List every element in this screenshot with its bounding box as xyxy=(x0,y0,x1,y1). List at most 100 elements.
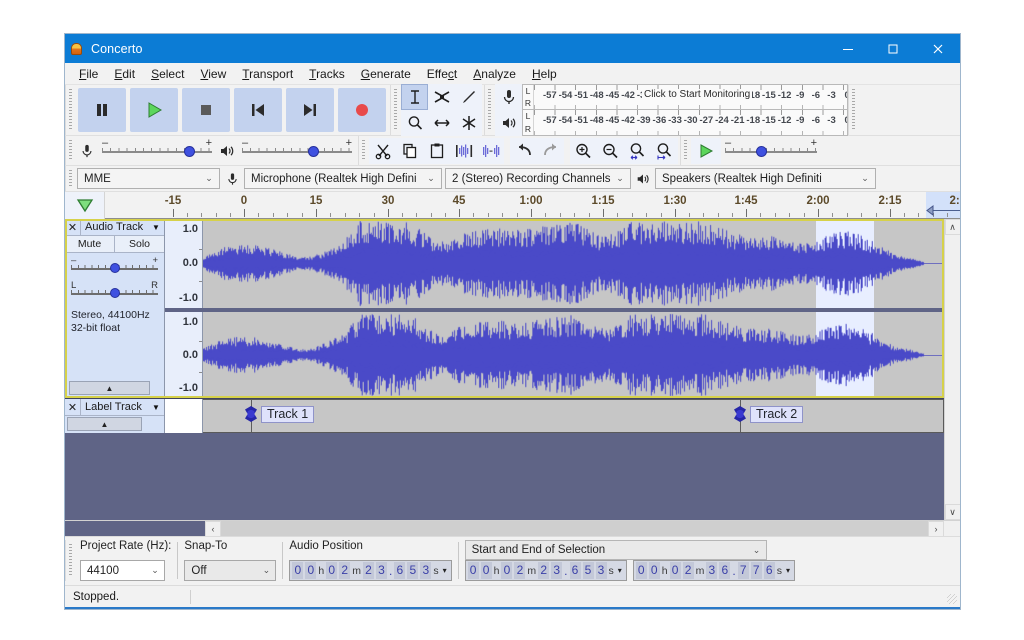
time-digit[interactable]: 6 xyxy=(764,562,775,579)
time-digit[interactable]: s xyxy=(432,565,439,577)
time-digit[interactable]: 7 xyxy=(738,562,749,579)
time-digit[interactable]: 3 xyxy=(420,562,431,579)
audio-track-panel[interactable]: ✕ Audio Track ▼ Mute Solo – + L xyxy=(65,219,165,398)
audio-position-field[interactable]: 00h02m23.653s▾ xyxy=(289,560,451,581)
waveform-left-channel[interactable] xyxy=(203,219,944,308)
timeline-ruler[interactable]: -1501530451:001:151:301:452:002:152:302:… xyxy=(105,192,960,219)
selection-end-field[interactable]: 00h02m36.776s▾ xyxy=(633,560,795,581)
collapse-track-button[interactable]: ▲ xyxy=(69,381,150,395)
collapse-label-track-button[interactable]: ▲ xyxy=(67,417,142,431)
time-shift-tool[interactable] xyxy=(428,110,455,136)
copy-button[interactable] xyxy=(396,138,423,164)
mixer-toolbar-grip[interactable] xyxy=(65,136,74,165)
skip-to-start-button[interactable] xyxy=(234,88,282,132)
recording-volume-slider[interactable]: – + xyxy=(102,138,212,164)
time-spinner-icon[interactable]: ▾ xyxy=(440,566,450,575)
time-digit[interactable]: m xyxy=(351,565,362,577)
label-track-body[interactable]: Track 1 Track 2 xyxy=(203,399,944,433)
stop-button[interactable] xyxy=(182,88,230,132)
record-button[interactable] xyxy=(338,88,386,132)
menu-file[interactable]: File xyxy=(71,65,106,83)
playback-device-dropdown[interactable]: Speakers (Realtek High Definiti ⌄ xyxy=(655,168,876,189)
scroll-up-button[interactable]: ∧ xyxy=(945,219,961,235)
silence-audio-button[interactable] xyxy=(477,138,504,164)
label-track-name[interactable]: Label Track xyxy=(81,401,148,413)
time-digit[interactable]: 3 xyxy=(551,562,562,579)
label-text-2[interactable]: Track 2 xyxy=(750,406,803,423)
time-digit[interactable]: 0 xyxy=(326,562,337,579)
time-digit[interactable]: 3 xyxy=(706,562,717,579)
time-digit[interactable]: 3 xyxy=(596,562,607,579)
scroll-right-button[interactable]: › xyxy=(928,521,944,537)
resize-grip-icon[interactable] xyxy=(947,594,957,604)
recording-channels-dropdown[interactable]: 2 (Stereo) Recording Channels ⌄ xyxy=(445,168,631,189)
scroll-left-button[interactable]: ‹ xyxy=(205,521,221,537)
tools-toolbar-grip[interactable] xyxy=(390,85,399,135)
solo-button[interactable]: Solo xyxy=(115,236,164,252)
horizontal-scroll-track[interactable] xyxy=(221,521,928,537)
zoom-out-button[interactable] xyxy=(597,138,624,164)
redo-button[interactable] xyxy=(537,138,564,164)
chevron-down-icon[interactable]: ▼ xyxy=(148,223,164,232)
mute-button[interactable]: Mute xyxy=(65,236,115,252)
time-digit[interactable]: m xyxy=(695,565,706,577)
pause-button[interactable] xyxy=(78,88,126,132)
click-to-start-monitoring-text[interactable]: Click to Start Monitoring xyxy=(642,89,752,100)
fit-selection-button[interactable] xyxy=(624,138,651,164)
label-track[interactable]: ✕ Label Track ▼ ▲ Track 1 Track 2 xyxy=(65,399,944,433)
pan-slider[interactable]: L R xyxy=(71,281,158,303)
undo-button[interactable] xyxy=(510,138,537,164)
device-toolbar-grip[interactable] xyxy=(65,166,74,191)
maximize-button[interactable] xyxy=(870,34,915,63)
time-digit[interactable]: 0 xyxy=(670,562,681,579)
menu-help[interactable]: Help xyxy=(524,65,565,83)
time-digit[interactable]: 0 xyxy=(305,562,316,579)
time-digit[interactable]: h xyxy=(317,565,325,577)
selection-left-handle[interactable] xyxy=(926,205,935,216)
time-digit[interactable]: 6 xyxy=(394,562,405,579)
playback-volume-knob[interactable] xyxy=(308,146,319,157)
time-spinner-icon[interactable]: ▾ xyxy=(615,566,625,575)
multi-tool[interactable] xyxy=(455,110,482,136)
audio-track-name[interactable]: Audio Track xyxy=(81,221,148,233)
skip-to-end-button[interactable] xyxy=(286,88,334,132)
close-x-icon[interactable]: ✕ xyxy=(65,219,81,236)
time-digit[interactable]: 0 xyxy=(292,562,303,579)
project-rate-dropdown[interactable]: 44100 ⌄ xyxy=(80,560,165,581)
audio-host-dropdown[interactable]: MME ⌄ xyxy=(77,168,220,189)
playback-meter-grip[interactable] xyxy=(848,85,857,135)
paste-button[interactable] xyxy=(423,138,450,164)
close-button[interactable] xyxy=(915,34,960,63)
menu-generate[interactable]: Generate xyxy=(353,65,419,83)
time-digit[interactable]: . xyxy=(388,564,393,578)
selection-toolbar-grip[interactable] xyxy=(65,540,74,581)
zoom-tool[interactable] xyxy=(401,110,428,136)
time-digit[interactable]: 7 xyxy=(751,562,762,579)
time-digit[interactable]: 2 xyxy=(683,562,694,579)
recording-meter-grip[interactable] xyxy=(484,85,493,135)
selection-start-field[interactable]: 00h02m23.653s▾ xyxy=(465,560,627,581)
time-digit[interactable]: 2 xyxy=(538,562,549,579)
waveform-right-channel[interactable] xyxy=(203,312,944,398)
time-digit[interactable]: . xyxy=(563,564,568,578)
zoom-in-button[interactable] xyxy=(570,138,597,164)
microphone-icon[interactable] xyxy=(495,84,522,110)
time-digit[interactable]: 2 xyxy=(363,562,374,579)
menu-tracks[interactable]: Tracks xyxy=(301,65,353,83)
playback-volume-slider[interactable]: – + xyxy=(242,138,352,164)
audio-track[interactable]: ✕ Audio Track ▼ Mute Solo – + L xyxy=(65,219,944,399)
close-x-icon[interactable]: ✕ xyxy=(65,399,81,416)
time-digit[interactable]: 0 xyxy=(501,562,512,579)
menu-transport[interactable]: Transport xyxy=(234,65,301,83)
time-spinner-icon[interactable]: ▾ xyxy=(783,566,793,575)
menu-view[interactable]: View xyxy=(192,65,234,83)
cut-button[interactable] xyxy=(369,138,396,164)
recording-volume-knob[interactable] xyxy=(184,146,195,157)
selection-tool[interactable] xyxy=(401,84,428,110)
menu-effect[interactable]: Effect xyxy=(419,65,465,83)
time-digit[interactable]: 0 xyxy=(468,562,479,579)
play-at-speed-grip[interactable] xyxy=(680,136,689,165)
time-digit[interactable]: 6 xyxy=(570,562,581,579)
time-digit[interactable]: . xyxy=(731,564,736,578)
pinned-play-head-icon[interactable] xyxy=(65,192,105,220)
